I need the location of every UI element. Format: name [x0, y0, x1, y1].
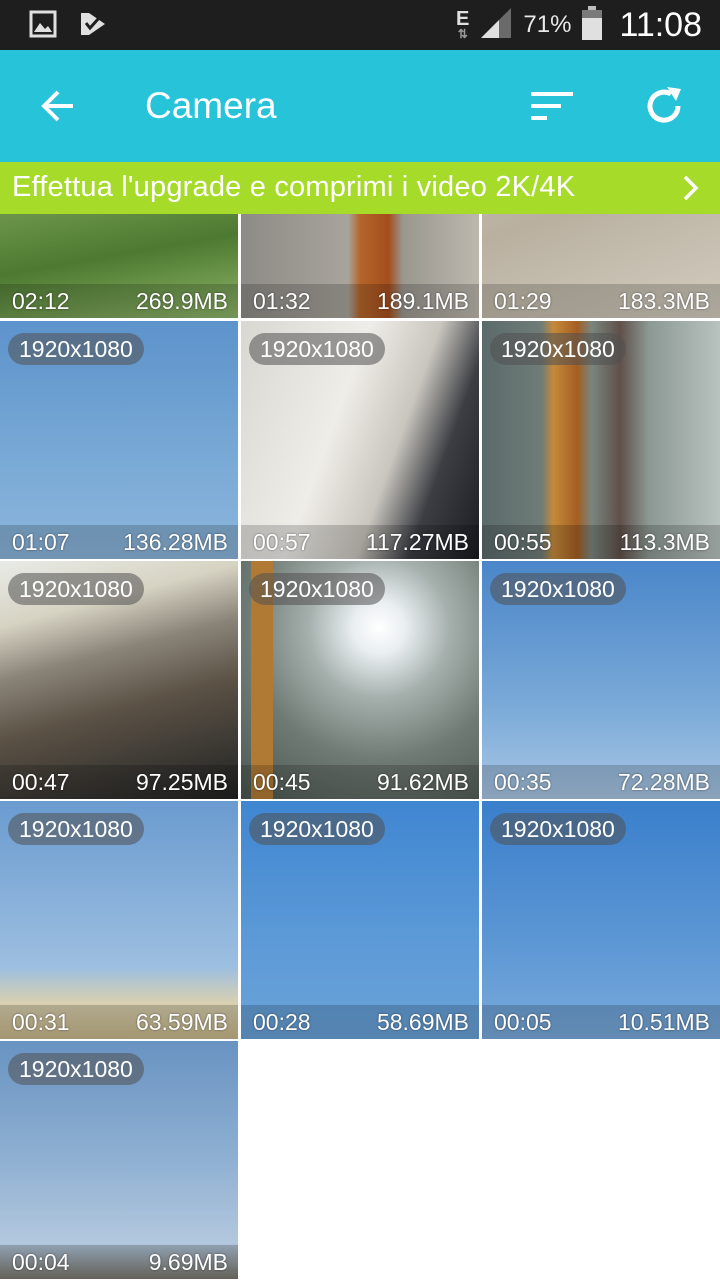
sort-icon — [531, 92, 573, 120]
video-duration: 01:07 — [12, 529, 70, 555]
refresh-button[interactable] — [630, 76, 698, 136]
video-resolution: 1920x1080 — [8, 573, 144, 605]
video-thumbnail[interactable]: 1920x1080 00:45 91.62MB — [241, 561, 479, 799]
video-thumbnail[interactable]: 1920x1080 00:31 63.59MB — [0, 801, 238, 1039]
status-indicators: E ⇅ 71% 11:08 — [456, 0, 702, 50]
battery-icon — [581, 5, 603, 46]
video-thumbnail[interactable]: 01:32 189.1MB — [241, 214, 479, 318]
video-size: 136.28MB — [123, 529, 228, 555]
video-size: 63.59MB — [135, 1009, 228, 1035]
video-resolution: 1920x1080 — [8, 813, 144, 845]
task-check-icon — [78, 9, 108, 39]
video-duration: 00:57 — [253, 529, 311, 555]
video-duration: 00:47 — [12, 769, 70, 795]
clock: 11:08 — [619, 5, 702, 44]
video-thumbnail[interactable]: 1920x1080 01:07 136.28MB — [0, 321, 238, 559]
video-duration: 00:05 — [494, 1009, 552, 1035]
back-arrow-icon — [41, 90, 73, 122]
data-arrows-icon: ⇅ — [457, 27, 468, 41]
video-size: 10.51MB — [617, 1009, 710, 1035]
video-duration: 00:28 — [253, 1009, 311, 1035]
video-duration: 00:35 — [494, 769, 552, 795]
video-thumbnail[interactable]: 1920x1080 00:28 58.69MB — [241, 801, 479, 1039]
video-size: 117.27MB — [365, 529, 469, 555]
video-size: 72.28MB — [617, 769, 710, 795]
video-duration: 01:32 — [253, 288, 311, 314]
video-duration: 02:12 — [12, 288, 70, 314]
gallery-notification-icon — [28, 9, 58, 39]
video-resolution: 1920x1080 — [8, 333, 144, 365]
battery-percent: 71% — [523, 11, 572, 38]
video-resolution: 1920x1080 — [490, 813, 626, 845]
video-size: 269.9MB — [135, 288, 228, 314]
page-title: Camera — [145, 85, 277, 126]
refresh-icon — [647, 87, 681, 123]
video-duration: 00:31 — [12, 1009, 70, 1035]
status-bar: E ⇅ 71% 11:08 — [0, 0, 720, 50]
sort-button[interactable] — [518, 76, 586, 136]
video-resolution: 1920x1080 — [8, 1053, 144, 1085]
app-bar: Camera — [0, 50, 720, 162]
back-button[interactable] — [28, 76, 88, 136]
video-duration: 00:55 — [494, 529, 552, 555]
video-size: 189.1MB — [376, 288, 469, 314]
notification-icons — [28, 9, 108, 39]
video-resolution: 1920x1080 — [490, 333, 626, 365]
video-size: 183.3MB — [617, 288, 710, 314]
video-duration: 00:04 — [12, 1249, 70, 1275]
upgrade-banner[interactable]: Effettua l'upgrade e comprimi i video 2K… — [0, 162, 720, 214]
video-thumbnail[interactable]: 01:29 183.3MB — [482, 214, 720, 318]
video-thumbnail[interactable]: 1920x1080 00:05 10.51MB — [482, 801, 720, 1039]
video-size: 9.69MB — [148, 1249, 228, 1275]
video-resolution: 1920x1080 — [249, 813, 385, 845]
video-size: 58.69MB — [376, 1009, 469, 1035]
video-size: 97.25MB — [135, 769, 228, 795]
video-duration: 00:45 — [253, 769, 311, 795]
video-grid: 02:12 269.9MB 01:32 189.1MB 01:29 183.3M… — [0, 214, 720, 1280]
video-size: 91.62MB — [376, 769, 469, 795]
video-size: 113.3MB — [619, 529, 710, 555]
network-type-indicator: E ⇅ — [456, 9, 469, 41]
video-resolution: 1920x1080 — [249, 333, 385, 365]
chevron-right-icon — [676, 172, 706, 204]
video-resolution: 1920x1080 — [490, 573, 626, 605]
video-thumbnail[interactable]: 1920x1080 00:04 9.69MB — [0, 1041, 238, 1279]
video-thumbnail[interactable]: 1920x1080 00:35 72.28MB — [482, 561, 720, 799]
video-thumbnail[interactable]: 1920x1080 00:47 97.25MB — [0, 561, 238, 799]
video-thumbnail[interactable]: 1920x1080 00:55 113.3MB — [482, 321, 720, 559]
signal-strength-icon — [479, 6, 513, 45]
video-duration: 01:29 — [494, 288, 552, 314]
video-thumbnail[interactable]: 02:12 269.9MB — [0, 214, 238, 318]
video-thumbnail[interactable]: 1920x1080 00:57 117.27MB — [241, 321, 479, 559]
video-resolution: 1920x1080 — [249, 573, 385, 605]
upgrade-banner-text: Effettua l'upgrade e comprimi i video 2K… — [12, 171, 576, 203]
